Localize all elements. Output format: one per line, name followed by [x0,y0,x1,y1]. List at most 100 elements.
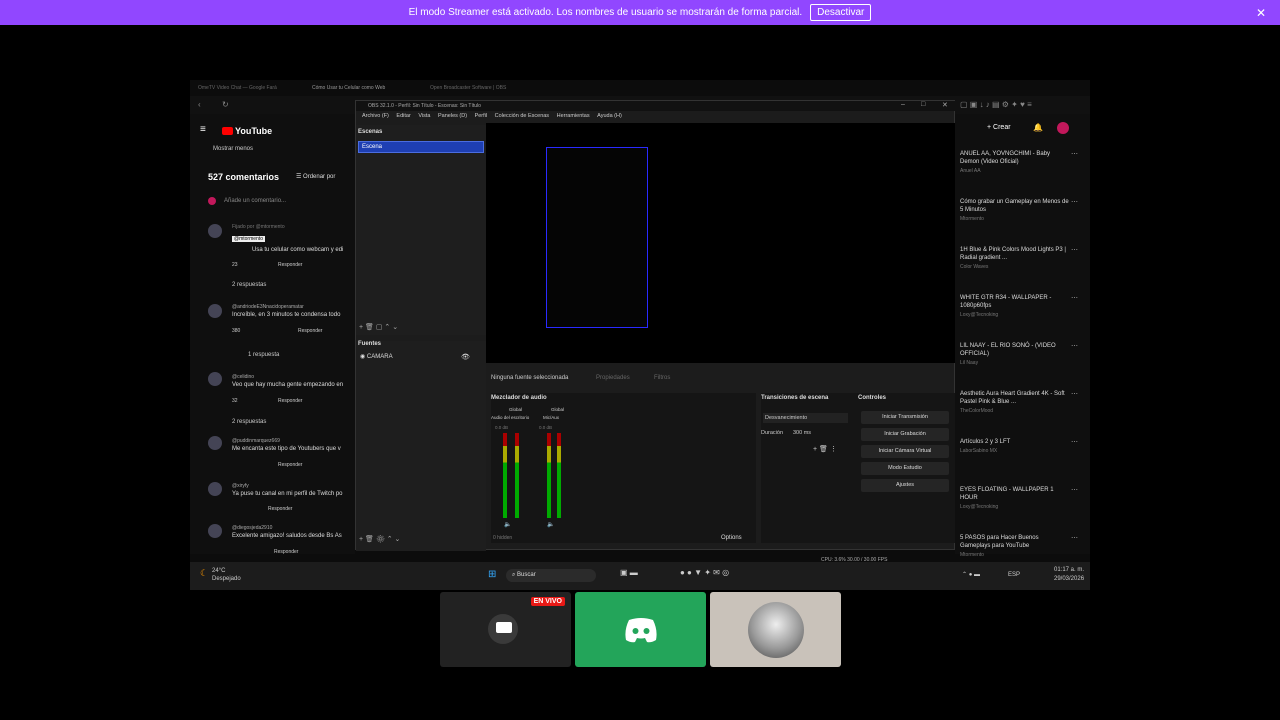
menu-scene-collection[interactable]: Colección de Escenas [495,113,549,119]
youtube-logo[interactable]: YouTube [222,126,272,136]
track-desktop[interactable]: Audio del escritorio [491,415,529,420]
speaker-icon[interactable]: 🔈 [547,521,554,528]
reply-button[interactable]: Responder [278,462,302,468]
properties-button[interactable]: Propiedades [596,375,630,381]
video-title[interactable]: Cómo grabar un Gameplay en Menos de 5 Mi… [960,198,1070,214]
video-title[interactable]: Artículos 2 y 3 LFT [960,438,1070,446]
create-button[interactable]: + Crear [987,124,1011,131]
scene-item[interactable]: Escena [358,141,484,153]
tab-obs[interactable]: Open Broadcaster Software | OBS [430,85,506,91]
video-title[interactable]: ANUEL AA, YOVNGCHIMI - Baby Demon (Video… [960,150,1070,166]
reply-button[interactable]: Responder [278,398,302,404]
menu-icon[interactable]: ≡ [200,124,206,135]
video-item[interactable]: ANUEL AA, YOVNGCHIMI - Baby Demon (Video… [960,150,1078,174]
filters-button[interactable]: Filtros [654,375,670,381]
video-item[interactable]: Cómo grabar un Gameplay en Menos de 5 Mi… [960,198,1078,222]
menu-file[interactable]: Archivo (F) [362,113,389,119]
menu-tools[interactable]: Herramientas [557,113,590,119]
comment-user[interactable]: @mtormento [232,236,265,242]
menu-profile[interactable]: Perfil [475,113,488,119]
start-icon[interactable]: ⊞ [488,569,496,580]
tray-icon[interactable]: ⌃ ● ▬ [962,571,980,578]
start-virtual-camera-button[interactable]: Iniciar Cámara Virtual [861,445,949,458]
avatar[interactable] [208,436,222,450]
video-title[interactable]: EYES FLOATING - WALLPAPER 1 HOUR [960,486,1070,502]
tab-ometv[interactable]: OmeTV Video Chat — Google Fará [198,85,277,91]
avatar[interactable] [208,524,222,538]
video-item[interactable]: 5 PASOS para Hacer Buenos Gameplays para… [960,534,1078,558]
user-avatar-tile[interactable] [710,592,841,667]
video-title[interactable]: LIL NAAY - EL RIO SONÓ - (VIDEO OFFICIAL… [960,342,1070,358]
language-indicator[interactable]: ESP [1008,572,1020,578]
options-button[interactable]: Options [721,535,742,541]
discord-tile[interactable] [575,592,706,667]
show-less-link[interactable]: Mostrar menos [213,146,253,152]
comment-user[interactable]: @celidino [232,374,254,380]
video-item[interactable]: LIL NAAY - EL RIO SONÓ - (VIDEO OFFICIAL… [960,342,1078,366]
reply-button[interactable]: Responder [274,549,298,555]
track-mic[interactable]: Mic/Aux [543,415,559,420]
reply-button[interactable]: Responder [278,262,302,268]
maximize-icon[interactable]: □ [921,101,925,108]
preview-area[interactable] [486,123,956,363]
comment-user[interactable]: @diegosjeda2910 [232,525,272,531]
scene-toolbar[interactable]: + 🗑 ▢ ⌃ ⌄ [359,323,398,331]
video-item[interactable]: Aesthetic Aura Heart Gradient 4K - Soft … [960,390,1078,414]
menu-docks[interactable]: Paneles (D) [438,113,467,119]
source-toolbar[interactable]: + 🗑 ⚙ ⌃ ⌄ [359,535,400,543]
more-icon[interactable]: ⋯ [1071,198,1078,206]
clock-date[interactable]: 29/03/2026 [1054,576,1084,582]
avatar[interactable] [208,482,222,496]
reload-icon[interactable]: ↻ [222,100,229,109]
replies-toggle[interactable]: 2 respuestas [232,419,266,425]
video-title[interactable]: 1H Blue & Pink Colors Mood Lights P3 | R… [960,246,1070,262]
sort-button[interactable]: ☰ Ordenar por [296,173,335,180]
duration-input[interactable]: 300 ms [793,430,811,436]
comment-user[interactable]: @xiryfy [232,483,249,489]
reply-button[interactable]: Responder [268,506,292,512]
back-icon[interactable]: ‹ [198,100,201,109]
eye-icon[interactable]: 👁 [461,353,470,361]
source-item[interactable]: ◉ CAMARA [360,353,393,360]
weather-icon[interactable]: ☾ [200,568,208,579]
taskbar-search[interactable]: ⌕ Buscar [506,569,596,582]
video-title[interactable]: WHITE GTR R34 - WALLPAPER - 1080p60fps [960,294,1070,310]
avatar[interactable] [208,224,222,238]
avatar[interactable] [208,372,222,386]
video-item[interactable]: 1H Blue & Pink Colors Mood Lights P3 | R… [960,246,1078,270]
more-icon[interactable]: ⋯ [1071,534,1078,542]
more-icon[interactable]: ⋯ [1071,294,1078,302]
avatar[interactable] [1057,122,1069,134]
speaker-icon[interactable]: 🔈 [504,521,511,528]
start-recording-button[interactable]: Iniciar Grabación [861,428,949,441]
start-streaming-button[interactable]: Iniciar Transmisión [861,411,949,424]
deactivate-button[interactable]: Desactivar [810,4,872,21]
add-comment-input[interactable]: Añade un comentario... [224,198,286,204]
transition-toolbar[interactable]: + 🗑 ⋮ [813,445,837,453]
reply-button[interactable]: Responder [298,328,322,334]
menu-view[interactable]: Vista [418,113,430,119]
video-title[interactable]: 5 PASOS para Hacer Buenos Gameplays para… [960,534,1070,550]
replies-toggle[interactable]: 2 respuestas [232,282,266,288]
close-icon[interactable]: ✕ [1256,6,1266,20]
menu-help[interactable]: Ayuda (H) [597,113,622,119]
avatar[interactable] [208,304,222,318]
studio-mode-button[interactable]: Modo Estudio [861,462,949,475]
extensions-icon[interactable]: ▢ ▣ ↓ ♪ ▤ ⚙ ✦ ♥ ≡ [960,100,1032,109]
stream-preview-tile[interactable]: EN VIVO [440,592,571,667]
more-icon[interactable]: ⋯ [1071,438,1078,446]
comment-user[interactable]: @puddinmarquez669 [232,438,280,444]
more-icon[interactable]: ⋯ [1071,390,1078,398]
settings-button[interactable]: Ajustes [861,479,949,492]
preview-canvas[interactable] [546,147,648,328]
tab-youtube[interactable]: Cómo Usar tu Celular como Web [312,85,385,91]
more-icon[interactable]: ⋯ [1071,150,1078,158]
transition-select[interactable]: Desvanecimiento [763,413,848,423]
taskbar-pinned-icon[interactable]: ● ● ▼ ✦ ✉ ◎ [680,568,729,577]
video-item[interactable]: Artículos 2 y 3 LFT LaborSabino MX ⋯ [960,438,1078,454]
clock-time[interactable]: 01:17 a. m. [1054,567,1084,573]
minimize-icon[interactable]: – [901,101,905,108]
comment-user[interactable]: @andriodeE3Nnacidoperamatar [232,304,304,310]
taskbar-apps-icon[interactable]: ▣ ▬ [620,568,638,577]
close-icon[interactable]: ✕ [942,101,948,109]
